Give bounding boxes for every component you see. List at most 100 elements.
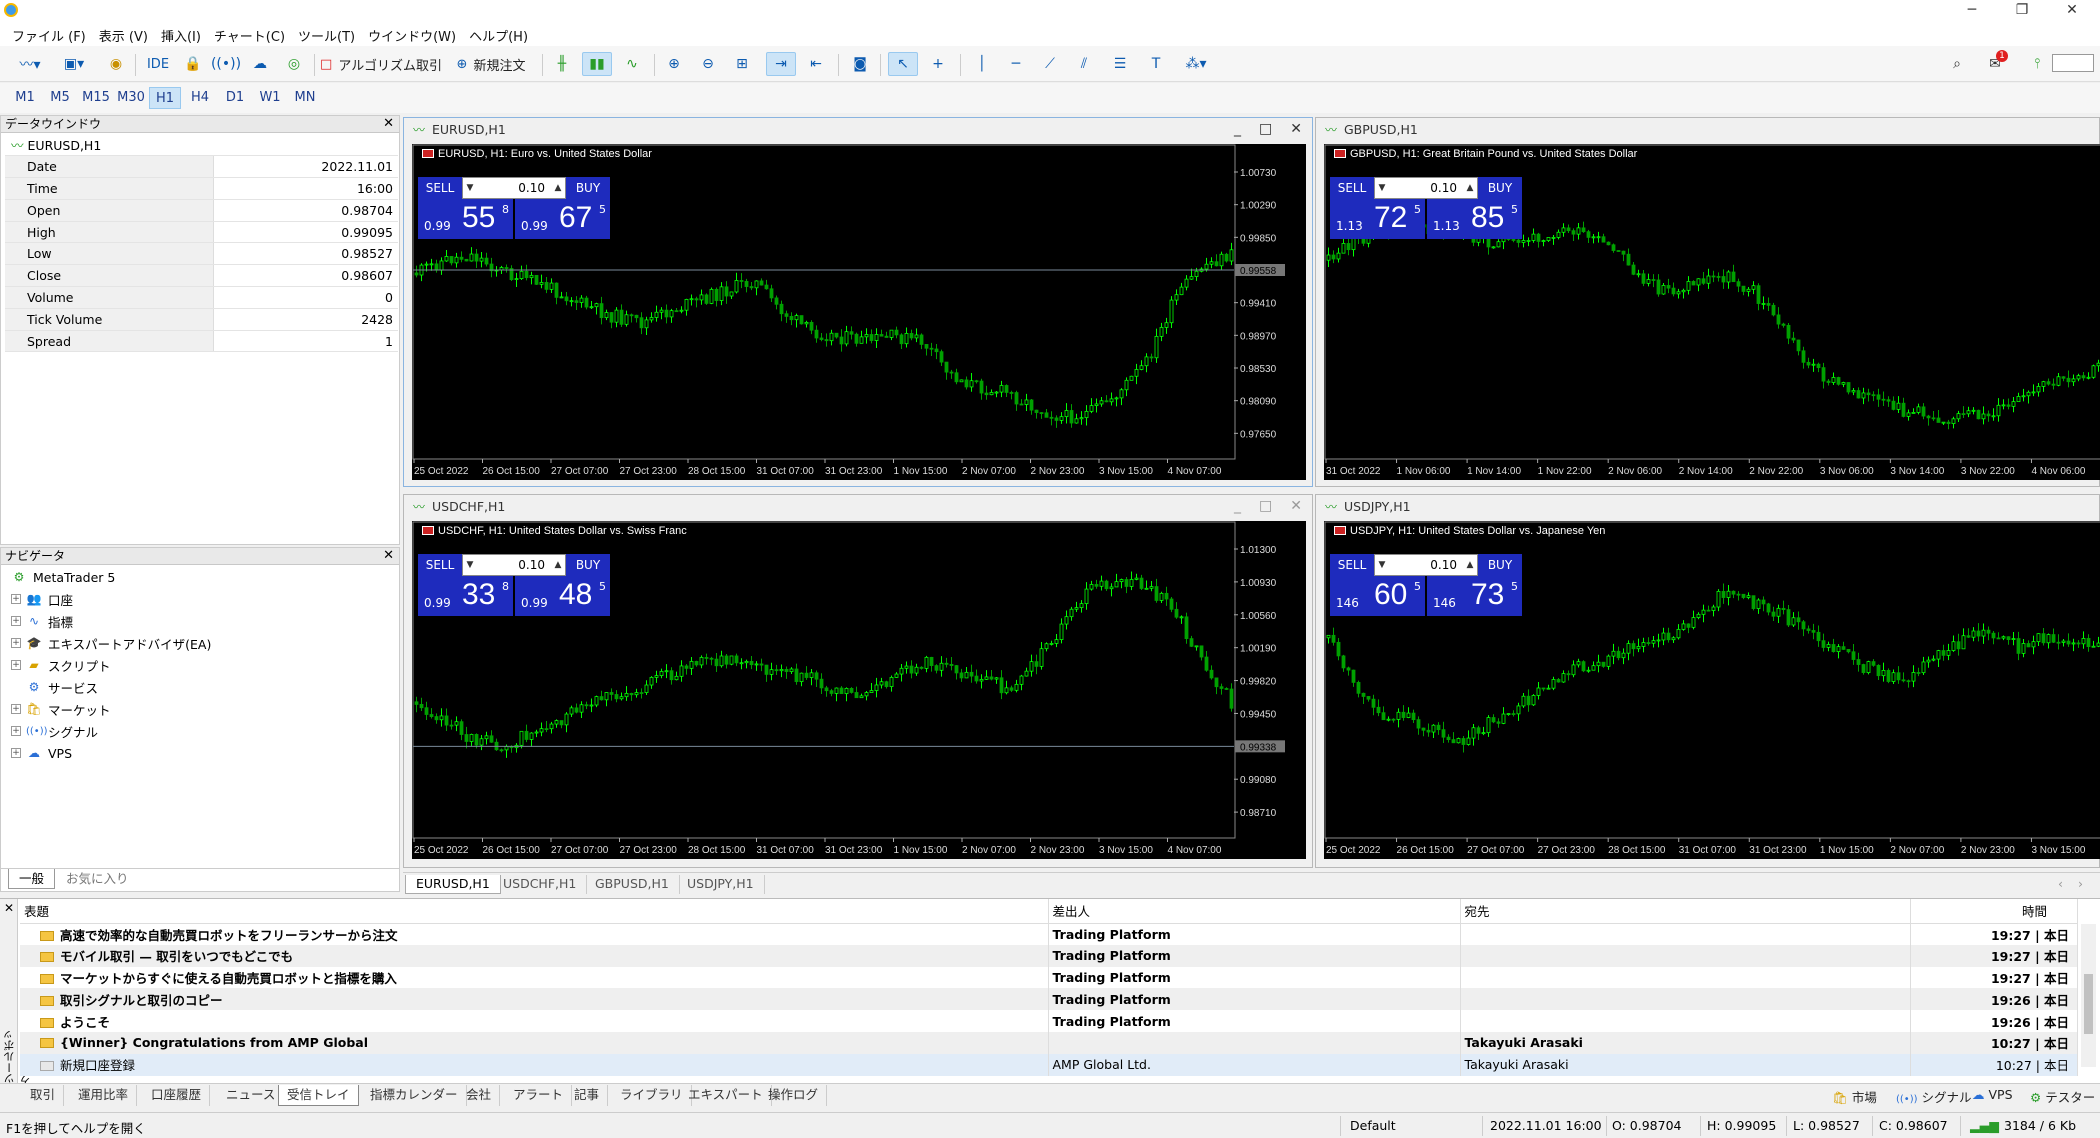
expand-icon[interactable]: + [11,748,21,758]
signals-link[interactable]: ((•)) シグナル [1896,1087,1972,1106]
tab-exposure[interactable]: 運用比率 [70,1085,138,1106]
menu-tools[interactable]: ツール(T) [296,22,366,46]
tab-trade[interactable]: 取引 [22,1085,65,1106]
increase-icon[interactable]: ▲ [551,178,565,198]
close-icon[interactable]: ✕ [1290,118,1302,142]
increase-icon[interactable]: ▲ [1463,178,1477,198]
nav-root[interactable]: ⚙ MetaTrader 5 [11,567,116,587]
candlestick-icon[interactable]: ▮▮ [582,52,612,76]
menu-charts[interactable]: チャート(C) [212,22,296,46]
chart-tab-gbpusd[interactable]: GBPUSD,H1 [585,875,680,894]
sell-button[interactable]: SELL [1330,177,1374,199]
lot-size-input[interactable]: ▼ 0.10 ▲ [1374,554,1478,576]
mail-row[interactable]: ようこそ Trading Platform 19:26 | 本日 [20,1010,2078,1032]
mail-row[interactable]: 高速で効率的な自動売買ロボットをフリーランサーから注文 Trading Platf… [20,923,2078,945]
tf-h4[interactable]: H4 [184,87,216,109]
sell-button[interactable]: SELL [1330,554,1374,576]
lock-icon[interactable]: 🔒 [181,52,205,76]
minimize-icon[interactable]: _ [1234,118,1241,142]
chart-window-usdchf[interactable]: 〰 USDCHF,H1 _ □ ✕ 1.01300 1.00930 1.00560 1… [403,494,1313,868]
line-chart-icon[interactable]: ∿ [618,52,646,76]
nav-item-scripts[interactable]: + ▰ スクリプト [11,655,111,675]
buy-button[interactable]: BUY [566,554,610,576]
sell-price[interactable]: 0.99 33 8 [418,576,513,616]
fibonacci-icon[interactable]: ☰ [1106,52,1134,76]
close-icon[interactable]: ✕ [383,548,394,564]
tf-w1[interactable]: W1 [254,87,286,109]
lot-size-input[interactable]: ▼ 0.10 ▲ [1374,177,1478,199]
expand-icon[interactable]: + [11,594,21,604]
tab-favorites[interactable]: お気に入り [56,869,139,889]
lot-size-input[interactable]: ▼ 0.10 ▲ [462,554,566,576]
decrease-icon[interactable]: ▼ [463,555,477,575]
mail-row[interactable]: モバイル取引 — 取引をいつでもどこでも Trading Platform 19:2… [20,944,2078,967]
scrollbar-thumb[interactable] [2084,974,2093,1034]
zoom-out-icon[interactable]: ⊖ [694,52,722,76]
expand-icon[interactable]: + [11,638,21,648]
mail-row[interactable]: {Winner} Congratulations from AMP Global… [20,1031,2078,1054]
new-order-button[interactable]: ⊕ 新規注文 [448,52,534,76]
tab-articles[interactable]: 記事 [566,1085,609,1106]
tab-experts[interactable]: エキスパート [680,1085,772,1106]
sell-price[interactable]: 0.99 55 8 [418,199,513,239]
tab-scroll-right-icon[interactable]: › [2068,875,2093,894]
close-icon[interactable]: ✕ [1290,495,1302,519]
vps-link[interactable]: ☁ VPS [1972,1087,2013,1102]
algo-trading-button[interactable]: □ アルゴリズム取引 [320,52,442,76]
decrease-icon[interactable]: ▼ [1375,555,1389,575]
increase-icon[interactable]: ▲ [551,555,565,575]
scrollbar[interactable] [2081,924,2096,1067]
minimize-icon[interactable]: _ [1234,495,1241,519]
buy-button[interactable]: BUY [1478,554,1522,576]
buy-price[interactable]: 146 73 5 [1427,576,1522,616]
menu-insert[interactable]: 挿入(I) [159,22,212,46]
cloud-icon[interactable]: ☁ [248,52,272,76]
lot-size-input[interactable]: ▼ 0.10 ▲ [462,177,566,199]
chart-shift-icon[interactable]: ⇤ [802,52,830,76]
tf-h1[interactable]: H1 [149,87,181,109]
autoscroll-icon[interactable]: ⇥ [766,52,796,76]
buy-button[interactable]: BUY [1478,177,1522,199]
increase-icon[interactable]: ▲ [1463,555,1477,575]
menu-help[interactable]: ヘルプ(H) [467,22,539,46]
chart-tab-eurusd[interactable]: EURUSD,H1 [405,875,501,894]
tab-journal[interactable]: 操作ログ [760,1085,828,1106]
tab-mailbox[interactable]: 受信トレイ [278,1085,359,1106]
text-icon[interactable]: T [1142,52,1170,76]
buy-price[interactable]: 1.13 85 5 [1427,199,1522,239]
nav-item-accounts[interactable]: + 👥 口座 [11,589,73,609]
crosshair-icon[interactable]: + [924,52,952,76]
buy-button[interactable]: BUY [566,177,610,199]
shapes-icon[interactable]: ⁂▾ [1176,52,1216,76]
decrease-icon[interactable]: ▼ [1375,178,1389,198]
tab-history[interactable]: 口座履歴 [143,1085,211,1106]
restore-button[interactable]: ❐ [2002,0,2042,22]
market-link[interactable]: 🛍 市場 [1832,1087,1877,1106]
column-subject[interactable]: 表題 [20,899,1049,924]
close-icon[interactable]: ✕ [383,116,394,132]
mail-row[interactable]: マーケットからすぐに使える自動売買ロボットと指標を購入 Trading Platf… [20,966,2078,989]
sell-button[interactable]: SELL [418,554,462,576]
cursor-icon[interactable]: ↖ [888,52,918,76]
search-icon[interactable]: ⌕ [1944,52,1970,76]
close-icon[interactable]: ✕ [4,901,14,915]
nav-item-services[interactable]: ⚙ サービス [11,677,98,697]
tf-mn[interactable]: MN [289,87,321,109]
close-button[interactable]: ✕ [2052,0,2092,22]
tab-company[interactable]: 会社 [458,1085,501,1106]
column-time[interactable]: 時間 [1910,899,2078,924]
sell-button[interactable]: SELL [418,177,462,199]
column-to[interactable]: 宛先 [1460,899,1911,924]
tab-alerts[interactable]: アラート [505,1085,573,1106]
mail-row[interactable]: 新規口座登録 AMP Global Ltd. Takayuki Arasaki 10:… [20,1053,2078,1076]
ide-button[interactable]: IDE [143,52,173,76]
horizontal-line-icon[interactable]: ─ [1002,52,1030,76]
signal-icon[interactable]: ((•)) [211,52,241,76]
nav-item-market[interactable]: + 🛍 マーケット [11,699,111,719]
coin-icon[interactable]: ◉ [104,52,128,76]
tf-d1[interactable]: D1 [219,87,251,109]
chart-window-eurusd[interactable]: 〰 EURUSD,H1 _ □ ✕ 1.00730 1.00290 0.99850 0… [403,117,1313,487]
menu-view[interactable]: 表示 (V) [97,22,159,46]
buy-price[interactable]: 0.99 67 5 [515,199,610,239]
channel-icon[interactable]: ⫽ [1070,52,1098,76]
